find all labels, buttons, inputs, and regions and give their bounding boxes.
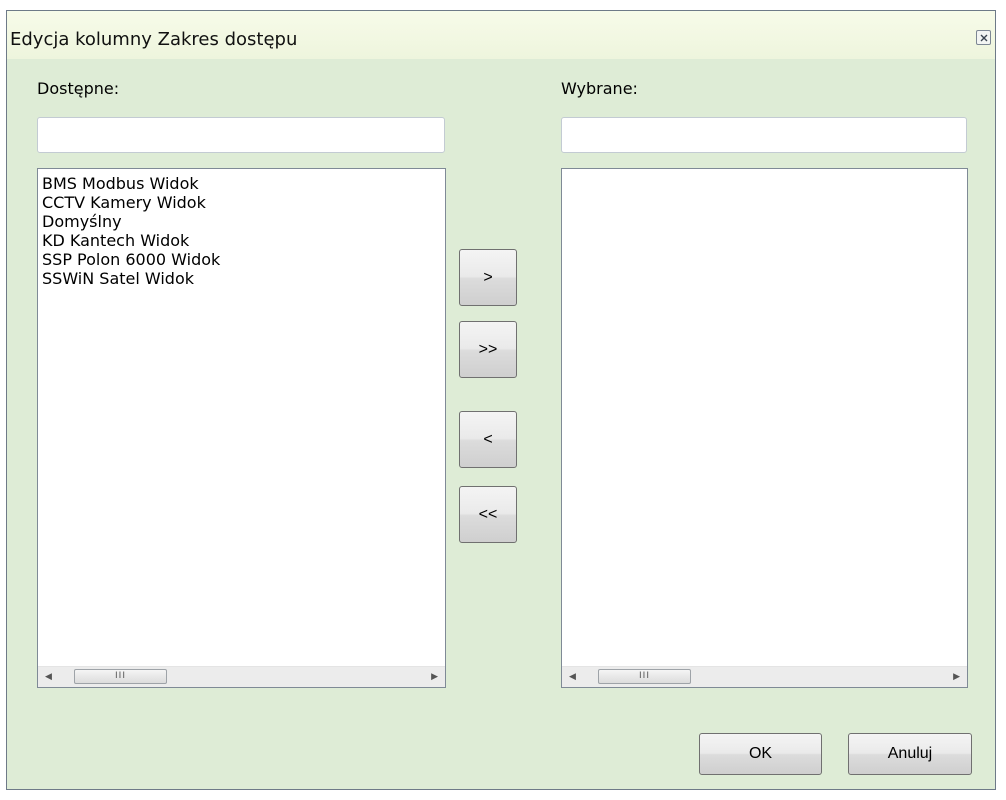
selected-label: Wybrane:	[561, 79, 638, 98]
ok-button[interactable]: OK	[699, 733, 822, 775]
grip-icon: III	[115, 671, 126, 681]
available-label: Dostępne:	[37, 79, 120, 98]
list-item[interactable]: KD Kantech Widok	[42, 231, 445, 250]
selected-hscrollbar[interactable]: ◀ III ▶	[562, 666, 967, 687]
scroll-right-icon[interactable]: ▶	[431, 673, 438, 682]
selected-list[interactable]: ◀ III ▶	[561, 168, 968, 688]
list-item[interactable]: SSWiN Satel Widok	[42, 269, 445, 288]
remove-selected-button[interactable]: <	[459, 411, 517, 468]
add-selected-button[interactable]: >	[459, 249, 517, 306]
edit-column-dialog: Edycja kolumny Zakres dostępu Dostępne: …	[6, 10, 996, 790]
list-item[interactable]: CCTV Kamery Widok	[42, 193, 445, 212]
cancel-button[interactable]: Anuluj	[848, 733, 972, 775]
remove-all-button[interactable]: <<	[459, 486, 517, 543]
close-icon	[980, 34, 988, 42]
available-filter-input[interactable]	[37, 117, 445, 153]
available-list[interactable]: BMS Modbus Widok CCTV Kamery Widok Domyśln…	[37, 168, 446, 688]
dialog-title: Edycja kolumny Zakres dostępu	[10, 29, 298, 50]
scroll-right-icon[interactable]: ▶	[953, 673, 960, 682]
grip-icon: III	[639, 671, 650, 681]
available-items: BMS Modbus Widok CCTV Kamery Widok Domyśln…	[38, 169, 445, 288]
add-all-button[interactable]: >>	[459, 321, 517, 378]
selected-filter-input[interactable]	[561, 117, 967, 153]
selected-items	[562, 169, 967, 174]
list-item[interactable]: SSP Polon 6000 Widok	[42, 250, 445, 269]
title-bar[interactable]: Edycja kolumny Zakres dostępu	[7, 11, 995, 59]
scroll-thumb[interactable]: III	[74, 669, 167, 684]
list-item[interactable]: BMS Modbus Widok	[42, 174, 445, 193]
close-button[interactable]	[976, 30, 991, 45]
scroll-left-icon[interactable]: ◀	[569, 673, 576, 682]
list-item[interactable]: Domyślny	[42, 212, 445, 231]
scroll-thumb[interactable]: III	[598, 669, 691, 684]
available-hscrollbar[interactable]: ◀ III ▶	[38, 666, 445, 687]
scroll-left-icon[interactable]: ◀	[45, 673, 52, 682]
